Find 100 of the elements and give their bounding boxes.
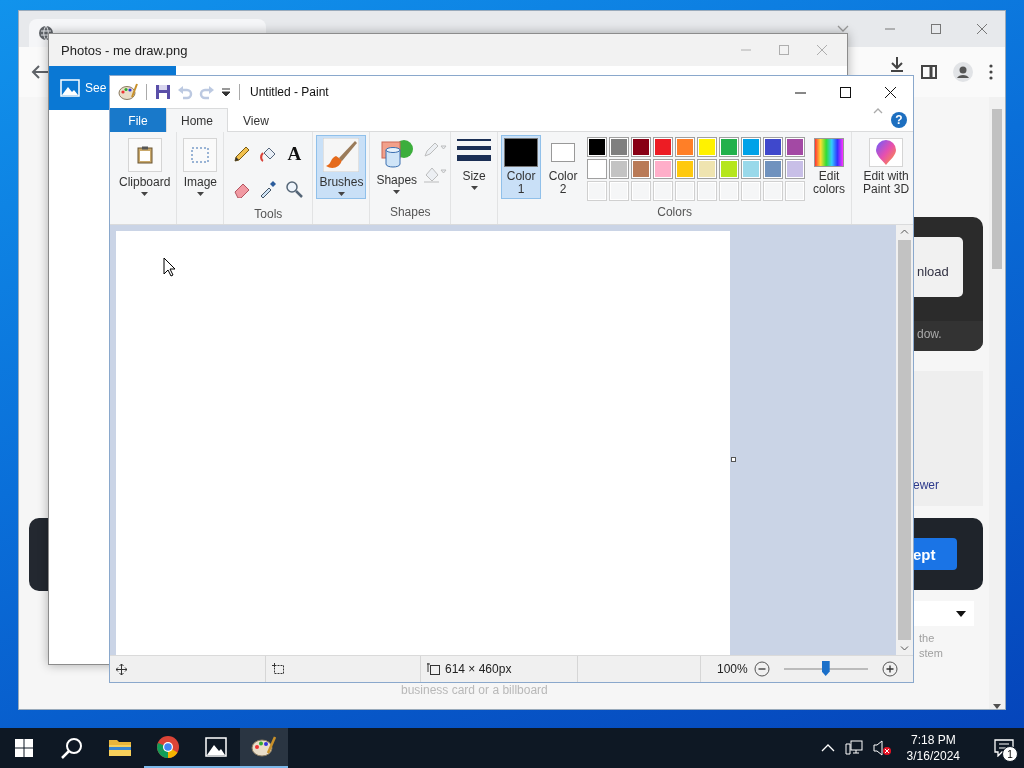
palette-swatch[interactable] xyxy=(697,137,718,157)
pencil-icon[interactable] xyxy=(233,145,252,163)
chevron-down-icon[interactable] xyxy=(837,25,849,33)
clipboard-icon xyxy=(136,146,153,164)
brushes-button[interactable]: Brushes xyxy=(316,135,367,199)
scroll-thumb[interactable] xyxy=(898,240,911,640)
zoom-level-text: 100% xyxy=(717,662,748,676)
color-picker-icon[interactable] xyxy=(259,180,278,199)
image-icon xyxy=(60,79,80,97)
palette-swatch[interactable] xyxy=(763,137,784,157)
dropdown[interactable] xyxy=(913,601,974,626)
save-icon[interactable] xyxy=(155,84,171,100)
caret-icon xyxy=(196,192,204,196)
canvas-size-icon xyxy=(427,663,440,675)
ribbon-tab[interactable]: View xyxy=(228,108,284,132)
shapes-icon xyxy=(379,138,414,170)
palette-swatch[interactable] xyxy=(719,159,740,179)
paint-bucket-icon[interactable] xyxy=(259,145,278,163)
clock[interactable]: 7:18 PM 3/16/2024 xyxy=(906,732,960,764)
maximize-icon[interactable] xyxy=(840,86,851,98)
profile-icon[interactable] xyxy=(953,62,973,82)
palette-swatch[interactable] xyxy=(785,159,806,179)
palette-swatch[interactable] xyxy=(609,159,630,179)
text-tool[interactable]: A xyxy=(287,144,302,164)
ribbon-tab[interactable]: Home xyxy=(166,108,228,132)
caret-icon xyxy=(141,192,149,196)
caption-text: business card or a billboard xyxy=(401,683,548,697)
round-logo-icon[interactable] xyxy=(156,735,180,759)
group-label: Tools xyxy=(253,207,284,224)
palette-swatch[interactable] xyxy=(609,137,630,157)
brush-icon xyxy=(323,138,360,172)
palette-swatch[interactable] xyxy=(587,137,608,157)
canvas-size-text: 614 × 460px xyxy=(445,662,512,676)
palette-swatch[interactable] xyxy=(631,137,652,157)
shapes-button[interactable]: Shapes xyxy=(373,135,421,199)
download-icon[interactable] xyxy=(889,56,905,72)
scroll-up-icon[interactable] xyxy=(900,229,909,234)
palette-icon[interactable] xyxy=(118,83,138,101)
zoom-in-icon[interactable] xyxy=(881,661,898,677)
palette-swatch[interactable] xyxy=(675,159,696,179)
paint-3d-button[interactable]: Edit with Paint 3D xyxy=(855,135,913,199)
palette-swatch[interactable] xyxy=(653,159,674,179)
palette-swatch[interactable] xyxy=(763,159,784,179)
help-button[interactable]: ? xyxy=(891,111,907,128)
scrollbar[interactable] xyxy=(989,97,1005,709)
network-icon[interactable] xyxy=(844,740,863,756)
image-button[interactable]: Image xyxy=(180,135,221,199)
group-label: Shapes xyxy=(388,205,432,221)
menu-icon[interactable] xyxy=(989,64,993,80)
scrollbar[interactable] xyxy=(896,225,913,655)
palette-swatch[interactable] xyxy=(697,159,718,179)
palette-swatch[interactable] xyxy=(785,137,806,157)
collapse-ribbon-icon[interactable] xyxy=(873,108,883,114)
notification-badge: 1 xyxy=(1002,746,1018,762)
palette-icon[interactable] xyxy=(251,736,277,758)
edit-colors-button[interactable]: Edit colors xyxy=(810,135,849,199)
palette-swatch[interactable] xyxy=(631,159,652,179)
magnifier-icon[interactable] xyxy=(285,180,304,199)
palette-swatch[interactable] xyxy=(675,137,696,157)
palette-swatch[interactable] xyxy=(653,137,674,157)
color-1-button[interactable]: Color 1 xyxy=(501,135,542,199)
caret-icon xyxy=(956,610,966,617)
folder-icon[interactable] xyxy=(108,737,132,757)
chevron-up-icon[interactable] xyxy=(820,744,835,752)
download-button[interactable]: nload xyxy=(913,237,963,297)
droplet-icon xyxy=(875,139,898,166)
scroll-thumb[interactable] xyxy=(992,109,1002,269)
message-icon xyxy=(994,739,1014,757)
window-title: Untitled - Paint xyxy=(250,85,329,99)
palette-swatch[interactable] xyxy=(719,137,740,157)
volume-muted-icon[interactable] xyxy=(872,740,891,756)
size-button[interactable]: Size xyxy=(454,135,495,199)
accept-button[interactable]: ept xyxy=(913,538,957,570)
customize-icon[interactable] xyxy=(221,87,231,97)
start-icon[interactable] xyxy=(15,739,33,757)
palette-swatch[interactable] xyxy=(741,137,762,157)
color-2-button[interactable]: Color 2 xyxy=(544,135,583,199)
side-panel-icon[interactable] xyxy=(921,64,937,80)
close-icon[interactable] xyxy=(885,86,896,98)
palette-swatch[interactable] xyxy=(587,159,608,179)
notification-button[interactable]: 1 xyxy=(984,728,1024,768)
window-title: Photos - me draw.png xyxy=(61,42,188,58)
file-menu-button[interactable]: File xyxy=(110,108,166,132)
zoom-out-icon[interactable] xyxy=(753,661,770,677)
viewer-link[interactable]: ewer xyxy=(913,478,983,492)
selection-size-icon xyxy=(272,663,285,675)
group-label: Colors xyxy=(656,205,693,221)
footnote-text: stem xyxy=(919,646,944,661)
zoom-slider[interactable] xyxy=(821,661,830,676)
caret-icon xyxy=(393,190,401,194)
palette-swatch[interactable] xyxy=(741,159,762,179)
scroll-down-icon[interactable] xyxy=(993,704,1001,709)
search-icon[interactable] xyxy=(61,737,83,759)
image-icon[interactable] xyxy=(205,737,227,757)
resize-handle[interactable] xyxy=(731,457,736,462)
card-footer-text: dow. xyxy=(913,321,983,351)
clipboard-button[interactable]: Clipboard xyxy=(116,135,174,199)
caret-icon xyxy=(337,192,345,196)
cursor-icon xyxy=(163,257,176,277)
back-arrow-icon[interactable] xyxy=(31,64,49,80)
